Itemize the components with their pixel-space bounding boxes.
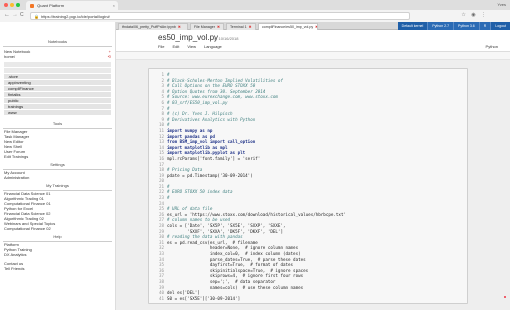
refresh-icon[interactable]: ⟲ — [108, 54, 111, 59]
close-tab-icon[interactable]: ✖ — [178, 25, 181, 29]
trainings-list: Financial Data Science 01 Algorithmic Tra… — [0, 191, 115, 231]
forward-button[interactable]: → — [12, 12, 18, 19]
tab-file-manager[interactable]: File Manager ✖ — [190, 23, 224, 30]
browser-extensions-icon[interactable]: ☆ ◉ ⋮ — [461, 12, 488, 18]
address-bar-row: ← → C 🔒 https://training2.pqp.io/ide/port… — [0, 10, 510, 22]
editor-toolbar — [116, 52, 510, 60]
file-title[interactable]: es50_imp_vol.py — [158, 33, 218, 42]
minimize-window-button[interactable] — [10, 3, 14, 7]
logout-button[interactable]: Logout — [490, 22, 510, 30]
kernel-option-python36[interactable]: Python 3.6 — [453, 22, 479, 30]
tab-notebook-ipynb[interactable]: tfndata/06_pretty_PuffPrAbr.ipynb ✖ — [118, 23, 188, 30]
close-tab-icon[interactable]: × — [113, 3, 115, 8]
menu-file[interactable]: File — [158, 44, 164, 49]
folder-item[interactable]: .store — [4, 74, 111, 79]
settings-section-title: Settings — [3, 161, 112, 170]
code-text: # EURO STOXX 50 index data — [167, 189, 233, 195]
scroll-indicator[interactable] — [504, 296, 506, 298]
url-text: https://training2.pqp.io/ide/portal/logi… — [40, 14, 110, 19]
folder-item[interactable] — [4, 62, 111, 67]
folder-list: .store appinventing compliFinance fintalks p… — [0, 62, 115, 115]
browser-tab[interactable]: Quant Platform × — [26, 1, 118, 10]
sidebar-contact-link[interactable]: Tell Friends — [0, 266, 115, 271]
window-controls — [4, 3, 20, 7]
tab-label: compliFinance/es50_imp_vol.py — [262, 25, 314, 29]
sidebar-tool-link[interactable]: Edit Trainings — [0, 154, 115, 159]
home-folder-link[interactable]: home/ ⟲ — [0, 54, 115, 59]
sidebar-training-link[interactable]: Computational Finance 02 — [0, 226, 115, 231]
sidebar: Notebooks New Notebook + home/ ⟲ .store a… — [0, 22, 116, 310]
trainings-section-title: My Trainings — [3, 182, 112, 191]
kernel-bar: Default kernel Python 2.7 Python 3.6 R L… — [397, 22, 510, 30]
kernel-option-python27[interactable]: Python 2.7 — [427, 22, 454, 30]
saved-status: ✔ 10/16/2018 — [214, 36, 239, 41]
browser-chrome: Quant Platform × Yves ← → C 🔒 https://tra… — [0, 0, 510, 22]
tab-label: Terminal 1 — [230, 25, 247, 29]
close-tab-icon[interactable]: ✖ — [315, 25, 317, 29]
folder-item[interactable]: fintalks — [4, 92, 111, 97]
code-text: # Derivatives Analytics with Python — [167, 116, 256, 122]
sidebar-help-link[interactable]: DX Analytics — [0, 252, 115, 257]
folder-item[interactable]: trainings — [4, 104, 111, 109]
code-text: mpl.rcParams['font.family'] = 'serif' — [167, 155, 261, 161]
folder-item[interactable]: appinventing — [4, 80, 111, 85]
menu-language[interactable]: Language — [204, 44, 222, 49]
tab-label: tfndata/06_pretty_PuffPrAbr.ipynb — [122, 25, 176, 29]
kernel-label: Default kernel — [401, 24, 424, 28]
tools-list: File Manager Task Manager New Editor New Sh… — [0, 129, 115, 159]
code-editor[interactable]: 1 #2 # Black-Scholes-Merton Implied Volati… — [148, 68, 468, 304]
help-section-title: Help — [3, 233, 112, 242]
tools-section-title: Tools — [3, 120, 112, 129]
folder-item[interactable]: public — [4, 98, 111, 103]
back-button[interactable]: ← — [4, 12, 10, 19]
folder-item[interactable]: www — [4, 110, 111, 115]
lock-icon: 🔒 — [34, 14, 39, 19]
tab-label: File Manager — [194, 25, 215, 29]
code-line: 41 S0 = es['SX5E']['30-09-2014'] — [149, 296, 467, 302]
reload-button[interactable]: C — [20, 12, 24, 19]
settings-list: My Account Administration — [0, 170, 115, 180]
sidebar-settings-link[interactable]: Administration — [0, 175, 115, 180]
browser-profile-name[interactable]: Yves — [497, 2, 506, 7]
line-number: 41 — [158, 295, 164, 301]
code-text: # — [167, 195, 170, 201]
menu-view[interactable]: View — [187, 44, 196, 49]
home-folder-label: home/ — [4, 54, 16, 59]
code-text: pdate = pd.Timestamp('30-09-2014') — [167, 172, 253, 178]
code-text: # 03_srf/ES50_imp_vol.py — [167, 99, 228, 105]
url-input[interactable]: 🔒 https://training2.pqp.io/ide/portal/log… — [30, 12, 410, 20]
menubar: File Edit View Language — [158, 44, 222, 49]
open-tabs-bar: tfndata/06_pretty_PuffPrAbr.ipynb ✖ File … — [116, 22, 510, 30]
editor-header: es50_imp_vol.py ✔ 10/16/2018 File Edit V… — [116, 30, 510, 52]
kernel-option-r[interactable]: R — [478, 22, 491, 30]
code-text: S0 = es['SX5E']['30-09-2014'] — [167, 295, 241, 301]
help-list: Platform Python Training DX Analytics — [0, 242, 115, 257]
tab-terminal[interactable]: Terminal 1 ✖ — [226, 23, 256, 30]
language-indicator: Python — [485, 44, 498, 49]
maximize-window-button[interactable] — [16, 3, 20, 7]
folder-item[interactable]: compliFinance — [4, 86, 111, 91]
tab-es50-imp-vol[interactable]: compliFinance/es50_imp_vol.py ✖ — [258, 23, 318, 30]
notebooks-section-title: Notebooks — [3, 38, 112, 47]
contact-list: Contact us Tell Friends — [0, 261, 115, 271]
close-tab-icon[interactable]: ✖ — [249, 25, 252, 29]
main-area: tfndata/06_pretty_PuffPrAbr.ipynb ✖ File … — [116, 22, 510, 310]
menu-edit[interactable]: Edit — [172, 44, 179, 49]
close-tab-icon[interactable]: ✖ — [217, 25, 220, 29]
close-window-button[interactable] — [4, 3, 8, 7]
browser-tab-title: Quant Platform — [37, 3, 65, 8]
folder-item[interactable] — [4, 68, 111, 73]
jupyter-favicon-icon — [30, 4, 34, 8]
